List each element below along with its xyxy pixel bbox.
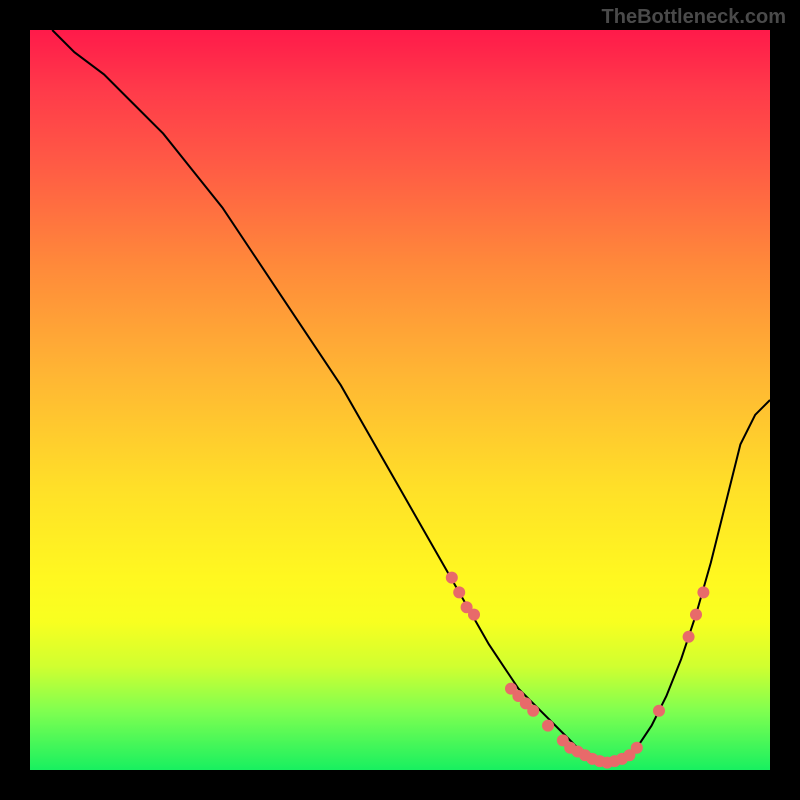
watermark-label: TheBottleneck.com: [602, 6, 786, 29]
gradient-plot-area: [30, 30, 770, 770]
data-marker: [697, 586, 709, 598]
bottleneck-curve: [52, 30, 770, 763]
chart-overlay: [30, 30, 770, 770]
data-marker: [542, 720, 554, 732]
data-marker: [446, 572, 458, 584]
data-marker: [653, 705, 665, 717]
data-marker: [690, 609, 702, 621]
data-marker: [468, 609, 480, 621]
data-marker: [527, 705, 539, 717]
data-marker: [631, 742, 643, 754]
data-markers: [446, 572, 710, 769]
data-marker: [453, 586, 465, 598]
data-marker: [683, 631, 695, 643]
